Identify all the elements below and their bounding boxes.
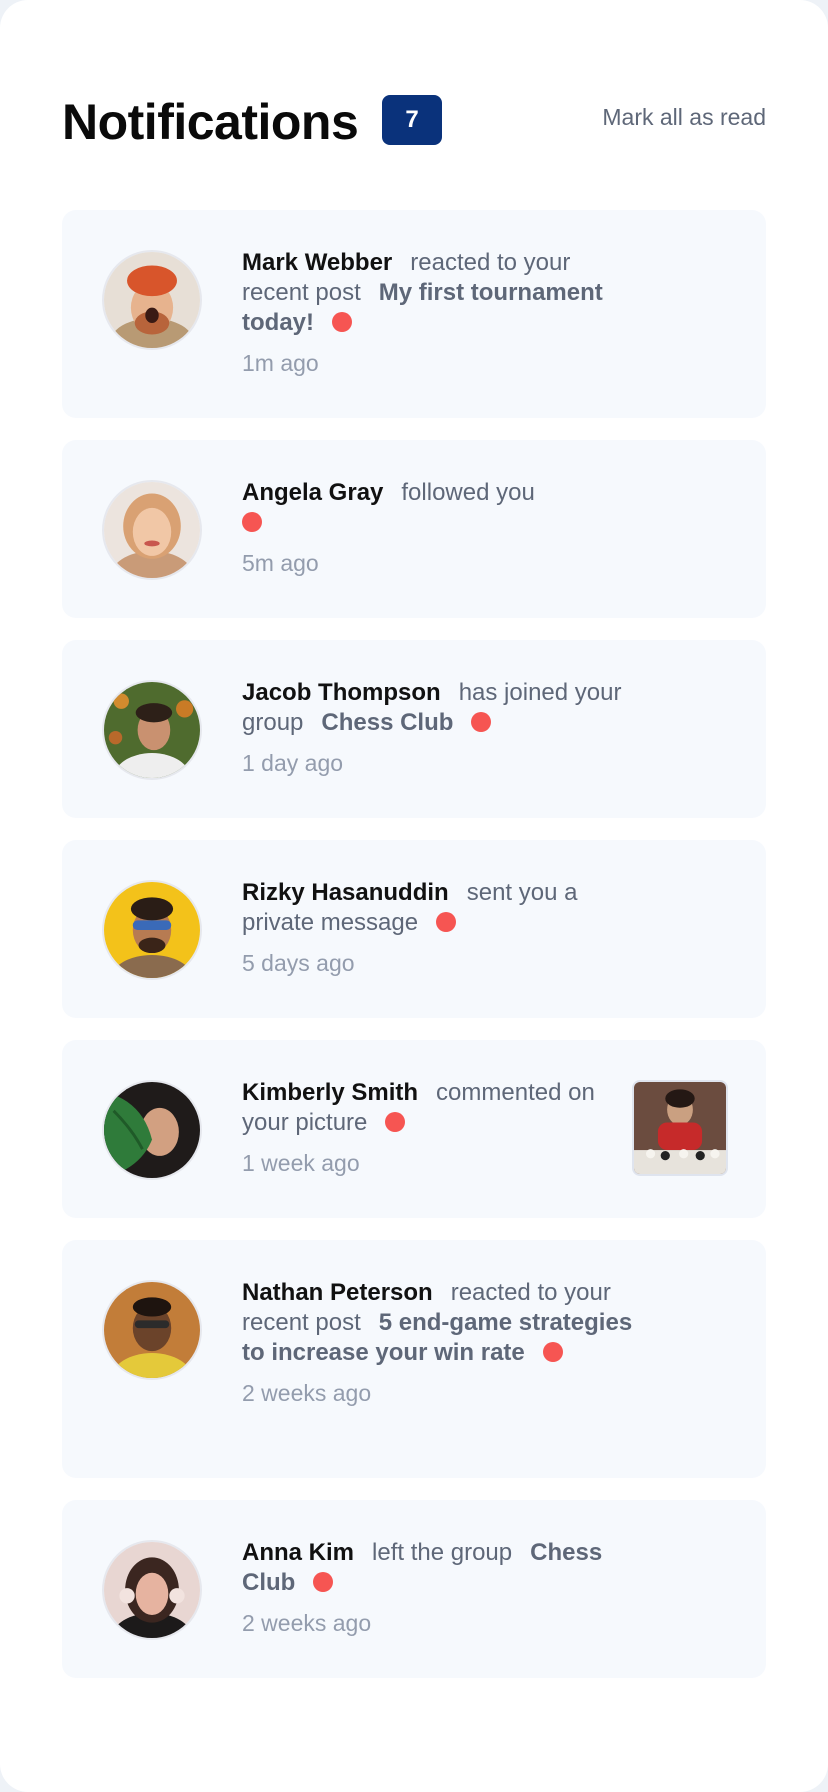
page-title: Notifications: [62, 94, 359, 150]
unread-dot: [332, 312, 352, 332]
avatar-angela-gray-icon: [104, 482, 200, 578]
notification-content: Mark Webber reacted to your recent post My…: [242, 248, 642, 378]
notification-user-name[interactable]: Jacob Thompson: [242, 679, 441, 706]
avatar[interactable]: [102, 480, 202, 580]
notification-action: left the group: [372, 1539, 513, 1566]
avatar[interactable]: [102, 1080, 202, 1180]
notification-content: Anna Kim left the group Chess Club 2 weeks…: [242, 1538, 642, 1638]
unread-dot: [542, 1342, 563, 1362]
avatar-rizky-hasanuddin-icon: [104, 882, 200, 978]
unread-dot: [313, 1572, 334, 1592]
notification-time: 5m ago: [242, 550, 319, 576]
notification-time: 5 days ago: [242, 950, 355, 976]
notification-content: Rizky Hasanuddin sent you a private messa…: [242, 878, 642, 978]
notification-time: 1 day ago: [242, 750, 344, 776]
avatar-nathan-peterson-icon: [104, 1282, 200, 1378]
unread-dot: [471, 712, 492, 732]
avatar[interactable]: [102, 1280, 202, 1380]
notification-user-name[interactable]: Angela Gray: [242, 479, 383, 506]
unread-dot: [436, 912, 457, 932]
avatar-anna-kim-icon: [104, 1542, 200, 1638]
commented-picture-thumbnail[interactable]: [632, 1080, 728, 1176]
unread-dot: [242, 512, 262, 532]
notification-time: 2 weeks ago: [242, 1380, 372, 1406]
notification-time: 2 weeks ago: [242, 1610, 372, 1636]
avatar[interactable]: [102, 1540, 202, 1640]
notification-user-name[interactable]: Rizky Hasanuddin: [242, 879, 449, 906]
notification-card[interactable]: Nathan Peterson reacted to your recent po…: [62, 1240, 766, 1478]
notification-card[interactable]: Kimberly Smith commented on your picture …: [62, 1040, 766, 1218]
notification-card[interactable]: Jacob Thompson has joined your group Chess…: [62, 640, 766, 818]
notification-card[interactable]: Mark Webber reacted to your recent post My…: [62, 210, 766, 418]
notification-user-name[interactable]: Anna Kim: [242, 1539, 354, 1566]
notification-card[interactable]: Angela Gray followed you 5m ago: [62, 440, 766, 618]
avatar[interactable]: [102, 880, 202, 980]
avatar-kimberly-smith-icon: [104, 1082, 200, 1178]
avatar[interactable]: [102, 680, 202, 780]
notification-target[interactable]: Chess Club: [321, 709, 453, 736]
notifications-page: Notifications 7 Mark all as read Mark We…: [0, 0, 828, 1792]
mark-all-as-read-button[interactable]: Mark all as read: [602, 104, 766, 131]
notification-user-name[interactable]: Nathan Peterson: [242, 1279, 433, 1306]
avatar-mark-webber-icon: [104, 252, 200, 348]
notification-content: Angela Gray followed you 5m ago: [242, 478, 642, 578]
notification-content: Nathan Peterson reacted to your recent po…: [242, 1278, 642, 1408]
notification-time: 1 week ago: [242, 1150, 360, 1176]
notification-user-name[interactable]: Kimberly Smith: [242, 1079, 418, 1106]
chess-picture-icon: [634, 1082, 726, 1174]
avatar-jacob-thompson-icon: [104, 682, 200, 778]
notification-action: followed you: [401, 479, 535, 506]
notification-user-name[interactable]: Mark Webber: [242, 249, 392, 276]
unread-count-badge: 7: [382, 95, 442, 145]
notification-time: 1m ago: [242, 350, 319, 376]
notification-content: Kimberly Smith commented on your picture …: [242, 1078, 642, 1178]
notification-content: Jacob Thompson has joined your group Chess…: [242, 678, 642, 778]
avatar[interactable]: [102, 250, 202, 350]
header: Notifications 7 Mark all as read: [62, 90, 766, 150]
unread-dot: [385, 1112, 406, 1132]
notification-card[interactable]: Anna Kim left the group Chess Club 2 weeks…: [62, 1500, 766, 1678]
notification-card[interactable]: Rizky Hasanuddin sent you a private messa…: [62, 840, 766, 1018]
